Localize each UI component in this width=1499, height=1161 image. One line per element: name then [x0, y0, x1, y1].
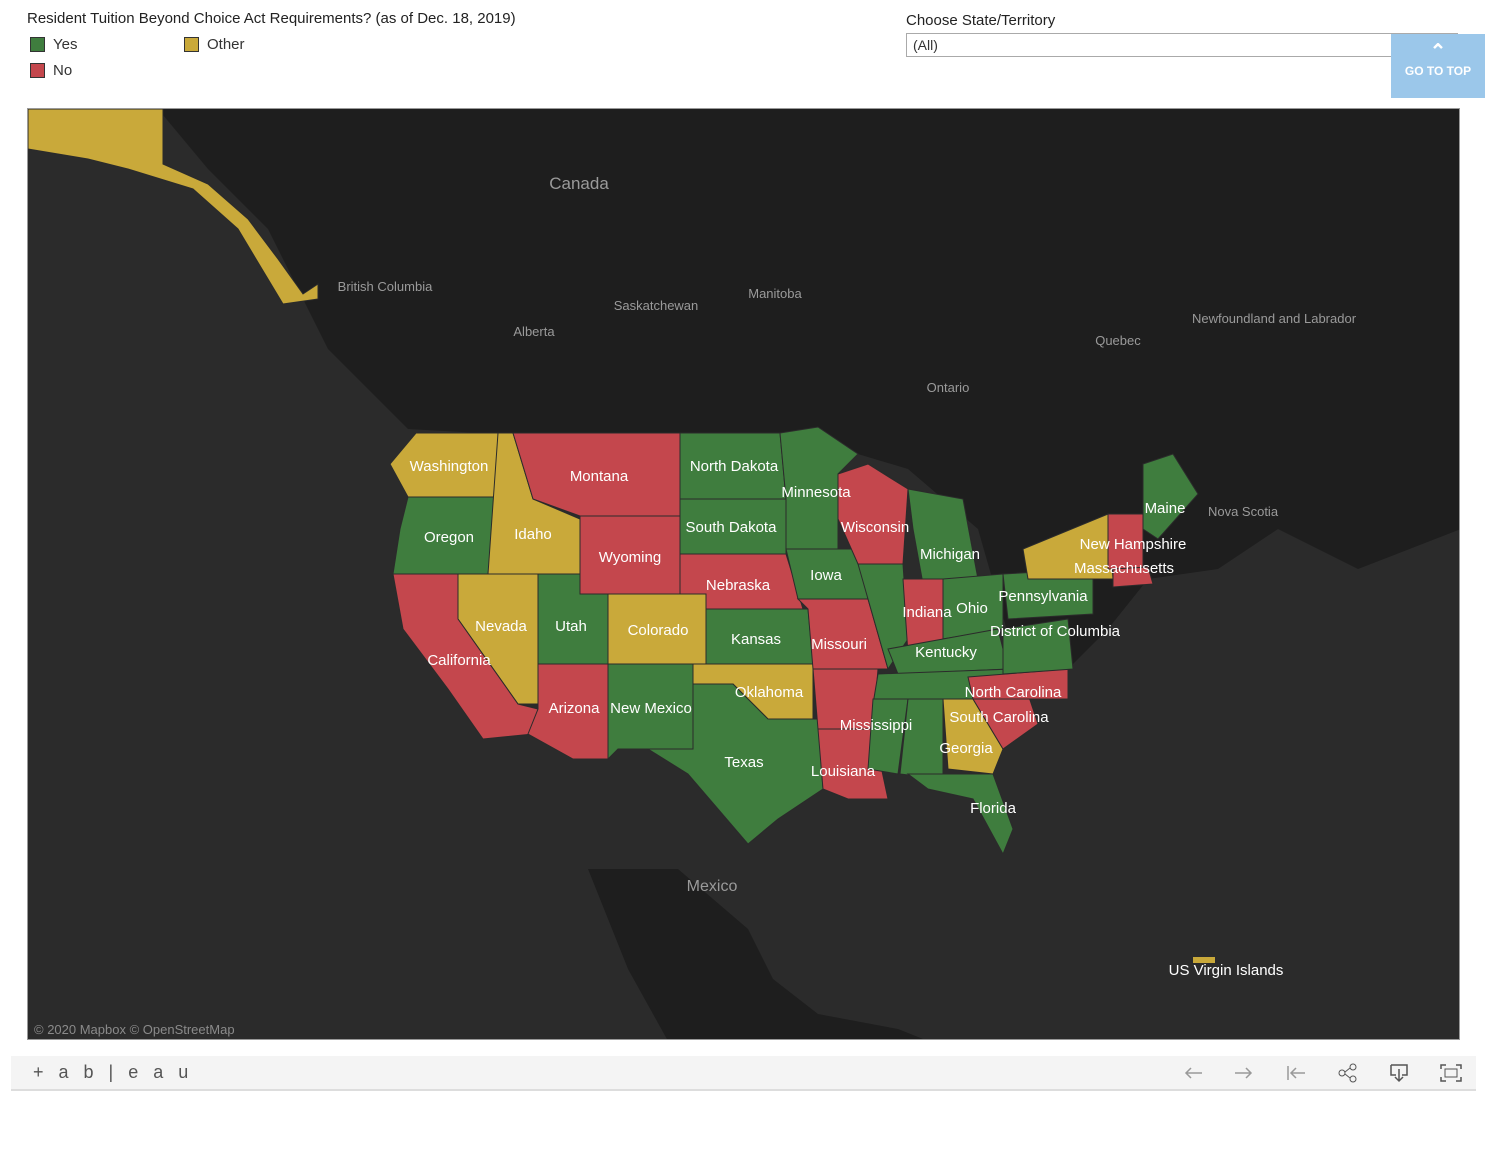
- state-label: Minnesota: [781, 484, 851, 501]
- chart-title: Resident Tuition Beyond Choice Act Requi…: [27, 10, 516, 27]
- legend-label: Other: [207, 36, 245, 53]
- state-label: Montana: [570, 468, 629, 485]
- legend-label: No: [53, 62, 73, 79]
- state-label: Arizona: [549, 700, 601, 717]
- region-label: Mexico: [687, 878, 738, 895]
- state-label: Texas: [724, 754, 763, 771]
- state-label: New Mexico: [610, 700, 692, 717]
- go-to-top-button[interactable]: ⌃ GO TO TOP: [1391, 34, 1485, 98]
- revert-icon[interactable]: [1284, 1061, 1308, 1085]
- legend-item-no[interactable]: No: [30, 62, 72, 79]
- download-icon[interactable]: [1387, 1061, 1411, 1085]
- region-label: Ontario: [927, 380, 970, 395]
- state-label: Missouri: [811, 636, 867, 653]
- state-label: New Hampshire: [1080, 536, 1187, 553]
- legend-item-other[interactable]: Other: [184, 36, 245, 53]
- filter-label: Choose State/Territory: [906, 12, 1056, 29]
- state-label: Washington: [410, 458, 489, 475]
- state-label: Wisconsin: [841, 519, 909, 536]
- legend-swatch-no: [30, 63, 45, 78]
- fullscreen-icon[interactable]: [1439, 1061, 1463, 1085]
- legend-item-yes[interactable]: Yes: [30, 36, 77, 53]
- region-label: Canada: [549, 174, 609, 193]
- state-label: District of Columbia: [990, 623, 1121, 640]
- state-label: Oklahoma: [735, 684, 804, 701]
- state-label: Nebraska: [706, 577, 771, 594]
- state-label: Michigan: [920, 546, 980, 563]
- state-label: California: [427, 652, 491, 669]
- region-label: Saskatchewan: [614, 298, 699, 313]
- tableau-logo[interactable]: + a b | e a u: [33, 1062, 193, 1083]
- filter-value: (All): [913, 37, 938, 53]
- region-label: Quebec: [1095, 333, 1141, 348]
- legend-swatch-other: [184, 37, 199, 52]
- region-label: Manitoba: [748, 286, 802, 301]
- tableau-toolbar: + a b | e a u: [11, 1056, 1476, 1091]
- state-label: South Dakota: [686, 519, 778, 536]
- redo-icon[interactable]: [1232, 1061, 1256, 1085]
- map-credit[interactable]: © 2020 Mapbox © OpenStreetMap: [34, 1022, 235, 1037]
- legend-swatch-yes: [30, 37, 45, 52]
- state-label: Utah: [555, 618, 587, 635]
- state-filter-dropdown[interactable]: (All) ▼: [906, 33, 1458, 57]
- state-label: Kentucky: [915, 644, 977, 661]
- state-label: Iowa: [810, 567, 842, 584]
- chevron-up-icon: ⌃: [1429, 41, 1447, 63]
- region-label: Nova Scotia: [1208, 504, 1279, 519]
- state-label: Indiana: [902, 604, 952, 621]
- region-label: British Columbia: [338, 279, 433, 294]
- region-label: Newfoundland and Labrador: [1192, 311, 1357, 326]
- state-label: Nevada: [475, 618, 527, 635]
- state-label: US Virgin Islands: [1169, 962, 1284, 979]
- state-label: Mississippi: [840, 717, 913, 734]
- state-label: North Carolina: [965, 684, 1062, 701]
- map-svg: Canada British Columbia Alberta Saskatch…: [28, 109, 1459, 1039]
- state-label: Georgia: [939, 740, 993, 757]
- share-icon[interactable]: [1336, 1061, 1360, 1085]
- state-label: Maine: [1145, 500, 1186, 517]
- state-label: South Carolina: [949, 709, 1049, 726]
- state-label: Louisiana: [811, 763, 876, 780]
- go-to-top-label: GO TO TOP: [1404, 64, 1472, 78]
- state-label: Wyoming: [599, 549, 661, 566]
- state-label: Massachusetts: [1074, 560, 1174, 577]
- state-label: Ohio: [956, 600, 988, 617]
- state-label: North Dakota: [690, 458, 779, 475]
- legend-label: Yes: [53, 36, 78, 53]
- undo-icon[interactable]: [1181, 1061, 1205, 1085]
- map-canvas[interactable]: Canada British Columbia Alberta Saskatch…: [27, 108, 1460, 1040]
- state-label: Colorado: [628, 622, 689, 639]
- state-label: Oregon: [424, 529, 474, 546]
- state-label: Pennsylvania: [998, 588, 1088, 605]
- region-label: Alberta: [513, 324, 555, 339]
- state-label: Idaho: [514, 526, 552, 543]
- state-label: Florida: [970, 800, 1017, 817]
- state-alabama[interactable]: [899, 698, 944, 780]
- state-label: Kansas: [731, 631, 781, 648]
